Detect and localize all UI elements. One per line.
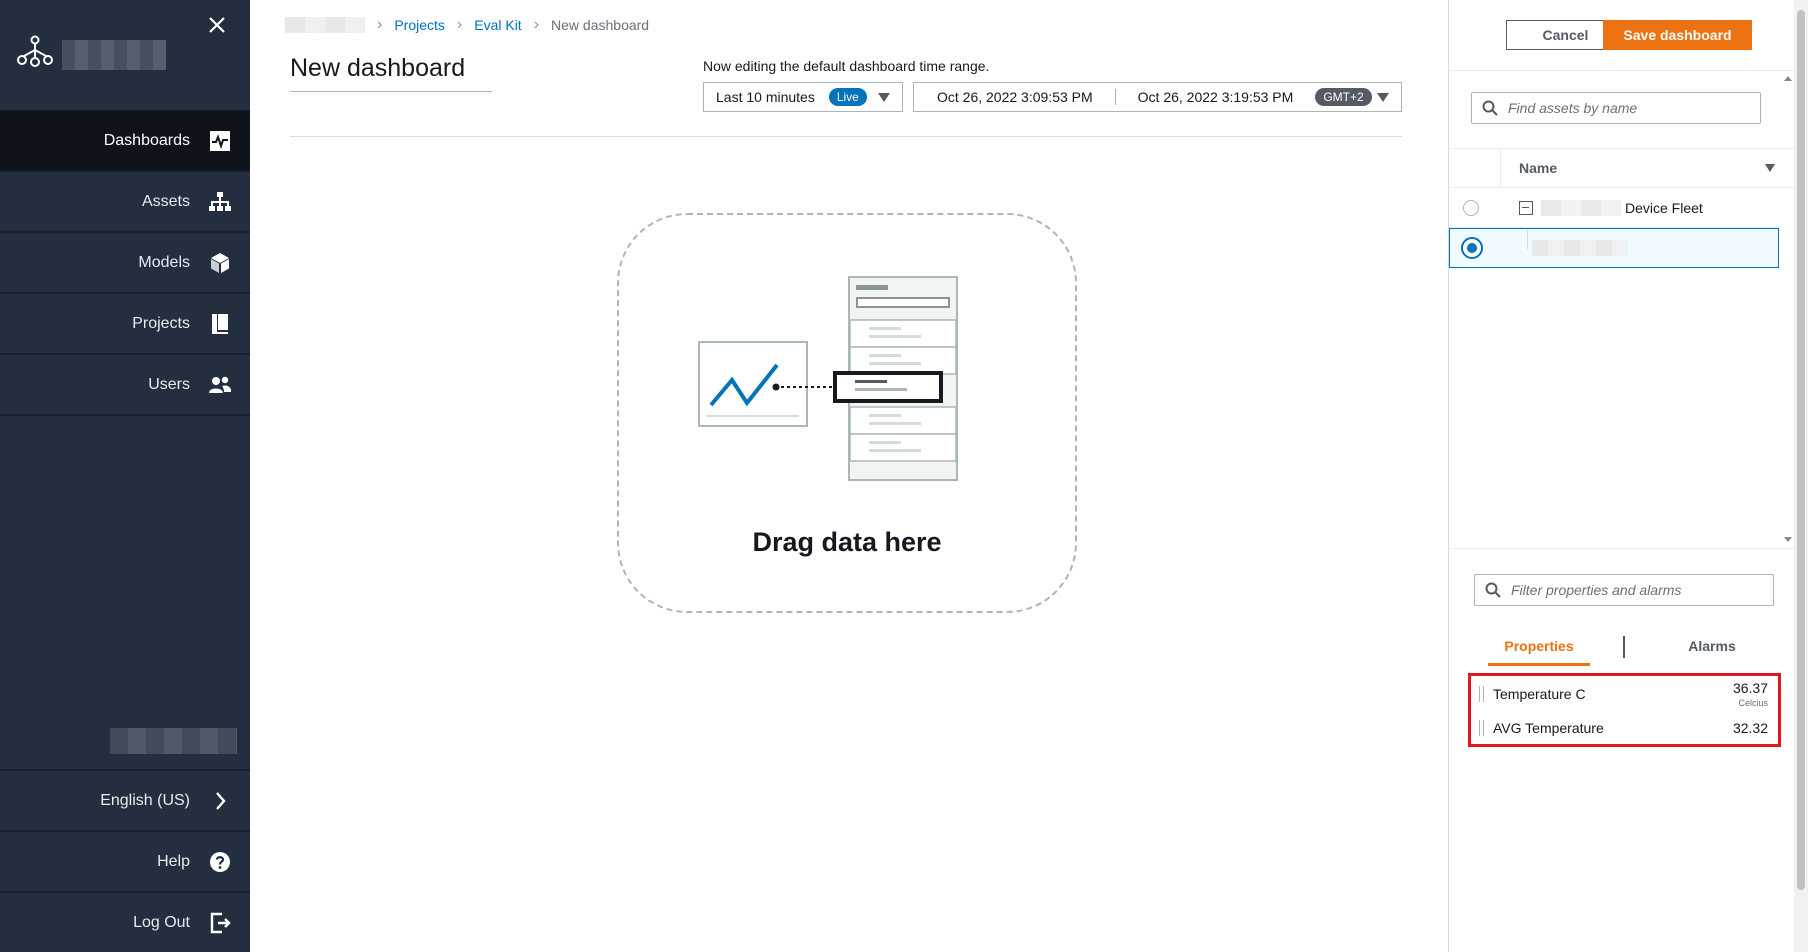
property-unit: Celcius	[1738, 698, 1768, 708]
account-name-redacted	[110, 728, 237, 754]
drag-data-illustration-icon	[698, 276, 958, 481]
page-scrollbar[interactable]	[1794, 0, 1808, 952]
sidebar-item-models[interactable]: Models	[0, 233, 250, 294]
property-tabs: Properties Alarms	[1449, 626, 1795, 666]
property-name: AVG Temperature	[1493, 720, 1604, 736]
name-column-header[interactable]: Name	[1519, 160, 1557, 176]
live-badge: Live	[828, 88, 867, 106]
asset-name-redacted	[1532, 240, 1628, 256]
drag-handle-icon[interactable]	[1479, 720, 1484, 736]
help-icon	[210, 851, 230, 872]
asset-search[interactable]	[1471, 92, 1761, 124]
dashboard-pulse-icon	[210, 130, 230, 151]
time-range-label: Last 10 minutes	[716, 89, 815, 105]
drop-zone[interactable]: Drag data here	[617, 213, 1077, 613]
logo-icon	[17, 35, 53, 67]
sidebar-header	[0, 0, 250, 110]
property-row[interactable]: Temperature C 36.37 Celcius	[1471, 676, 1778, 710]
header-divider	[290, 136, 1402, 137]
breadcrumb-projects[interactable]: Projects	[394, 17, 445, 33]
sort-caret-icon[interactable]	[1765, 164, 1775, 172]
tab-alarms[interactable]: Alarms	[1667, 626, 1757, 666]
caret-down-icon	[1377, 93, 1389, 102]
sidebar-item-dashboards[interactable]: Dashboards	[0, 111, 250, 172]
timezone-badge: GMT+2	[1315, 88, 1372, 106]
property-value: 36.37	[1732, 680, 1768, 696]
scroll-down-icon[interactable]	[1784, 537, 1792, 542]
asset-radio-selected[interactable]	[1461, 237, 1483, 259]
book-icon	[212, 313, 228, 334]
asset-table-header: Name	[1449, 148, 1795, 188]
cube-icon	[211, 252, 229, 273]
chevron-right-icon	[216, 791, 226, 810]
start-time: Oct 26, 2022 3:09:53 PM	[937, 89, 1093, 105]
sidebar: Dashboards Assets Models Projects Users …	[0, 0, 250, 952]
main-content: › Projects › Eval Kit › New dashboard Ne…	[250, 0, 1448, 952]
end-time: Oct 26, 2022 3:19:53 PM	[1137, 89, 1294, 105]
sidebar-item-label: Assets	[141, 192, 190, 210]
resource-explorer-panel: Cancel Save dashboard Name Device Fleet	[1448, 0, 1795, 952]
property-name: Temperature C	[1493, 686, 1586, 702]
select-column	[1449, 149, 1501, 187]
breadcrumb-eval-kit[interactable]: Eval Kit	[474, 17, 521, 33]
sidebar-item-assets[interactable]: Assets	[0, 172, 250, 233]
help-link[interactable]: Help	[0, 830, 250, 891]
asset-list-scrollbar[interactable]	[1783, 74, 1793, 544]
breadcrumb-current: New dashboard	[551, 17, 650, 33]
property-value: 32.32	[1732, 720, 1768, 736]
breadcrumb-separator-icon: ›	[377, 16, 383, 33]
hierarchy-icon	[209, 191, 231, 211]
caret-down-icon	[878, 93, 890, 102]
date-separator	[1114, 89, 1116, 105]
panel-divider	[1449, 70, 1795, 71]
property-row[interactable]: AVG Temperature 32.32	[1471, 710, 1778, 744]
close-icon[interactable]	[206, 14, 228, 36]
help-label: Help	[157, 852, 190, 870]
asset-name: Device Fleet	[1625, 199, 1703, 216]
tab-properties[interactable]: Properties	[1488, 626, 1590, 666]
time-range-select[interactable]: Last 10 minutes Live	[703, 82, 903, 112]
sidebar-item-label: Models	[138, 253, 190, 271]
logout-label: Log Out	[133, 913, 190, 931]
breadcrumb-separator-icon: ›	[456, 16, 463, 33]
logout-icon	[210, 912, 231, 933]
property-filter-input[interactable]	[1511, 582, 1761, 598]
panel-divider	[1449, 548, 1795, 549]
asset-name-redacted	[1541, 199, 1621, 216]
sidebar-item-projects[interactable]: Projects	[0, 294, 250, 355]
breadcrumb-separator-icon: ›	[533, 16, 540, 33]
logout-link[interactable]: Log Out	[0, 891, 250, 952]
sidebar-bottom: English (US) Help Log Out	[0, 769, 250, 952]
scroll-up-icon[interactable]	[1784, 76, 1792, 81]
language-label: English (US)	[100, 791, 190, 809]
property-filter[interactable]	[1474, 574, 1774, 606]
asset-row-selected[interactable]	[1449, 228, 1779, 268]
asset-row[interactable]: Device Fleet	[1449, 188, 1779, 228]
search-icon	[1482, 100, 1498, 116]
asset-search-input[interactable]	[1508, 100, 1748, 116]
drop-zone-text: Drag data here	[752, 527, 942, 557]
sidebar-item-users[interactable]: Users	[0, 355, 250, 416]
collapse-icon[interactable]	[1519, 200, 1533, 215]
brand-name-redacted	[62, 40, 166, 70]
property-list-highlight: Temperature C 36.37 Celcius AVG Temperat…	[1468, 673, 1781, 747]
drag-handle-icon[interactable]	[1479, 686, 1484, 702]
tab-separator	[1623, 636, 1625, 658]
breadcrumb: › Projects › Eval Kit › New dashboard	[285, 16, 649, 34]
save-dashboard-button[interactable]: Save dashboard	[1603, 20, 1752, 50]
scrollbar-thumb[interactable]	[1797, 10, 1805, 890]
time-range-note: Now editing the default dashboard time r…	[703, 58, 990, 74]
sidebar-nav: Dashboards Assets Models Projects Users	[0, 110, 250, 416]
breadcrumb-root-redacted[interactable]	[285, 17, 365, 33]
sidebar-item-label: Dashboards	[103, 131, 190, 149]
tree-line	[1527, 229, 1528, 249]
sidebar-item-label: Projects	[132, 314, 190, 332]
asset-radio[interactable]	[1463, 199, 1479, 216]
sidebar-item-label: Users	[148, 375, 190, 393]
dashboard-title-input[interactable]: New dashboard	[290, 54, 492, 92]
date-range-picker[interactable]: Oct 26, 2022 3:09:53 PM Oct 26, 2022 3:1…	[913, 82, 1402, 112]
search-icon	[1485, 582, 1501, 598]
users-icon	[209, 376, 232, 393]
language-selector[interactable]: English (US)	[0, 769, 250, 830]
